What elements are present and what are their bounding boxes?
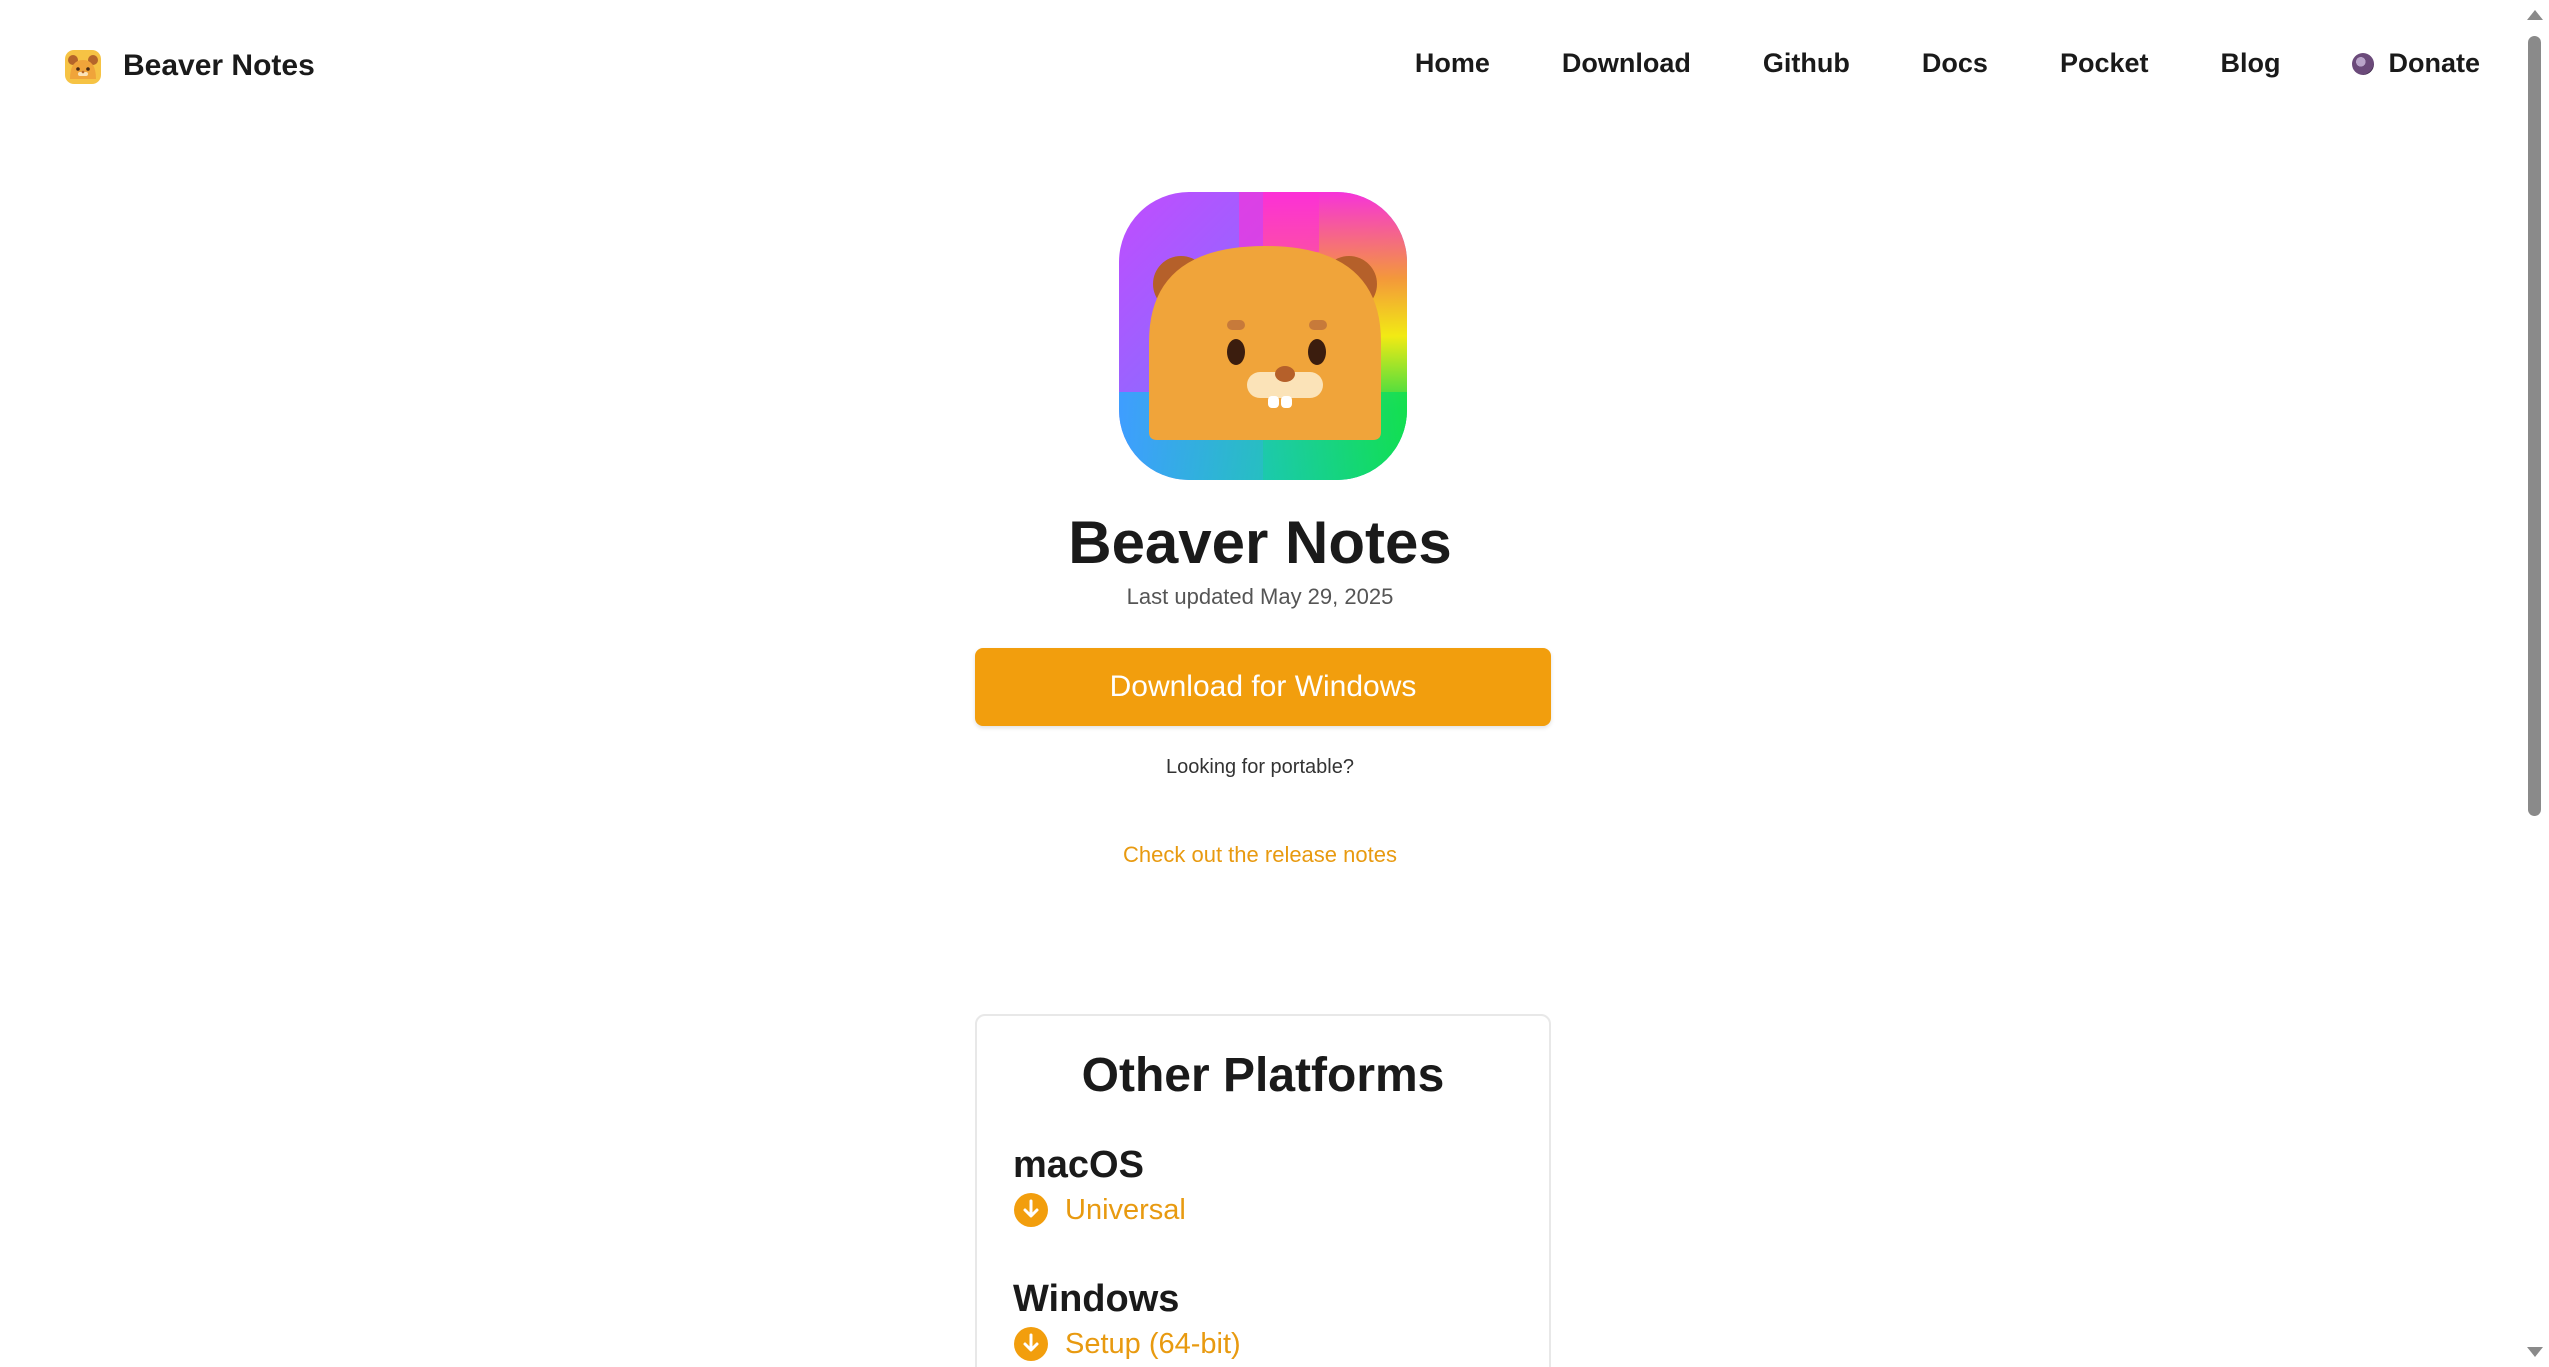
nav-github[interactable]: Github bbox=[1763, 48, 1850, 79]
nav-links: Home Download Github Docs Pocket Blog Do… bbox=[1415, 48, 2480, 79]
page-scrollbar[interactable] bbox=[2520, 0, 2549, 1367]
nav-blog[interactable]: Blog bbox=[2220, 48, 2280, 79]
donate-coin-icon bbox=[2352, 52, 2375, 75]
page: Beaver Notes Home Download Github Docs P… bbox=[0, 0, 2549, 1367]
download-circle-icon bbox=[1014, 1193, 1048, 1227]
last-updated-text: Last updated May 29, 2025 bbox=[1126, 584, 1394, 609]
platform-macos-title: macOS bbox=[1013, 1144, 1144, 1186]
windows-setup-link[interactable]: Setup (64-bit) bbox=[1013, 1326, 1241, 1362]
release-notes-link[interactable]: Check out the release notes bbox=[0, 842, 2520, 868]
platform-windows-title: Windows bbox=[1013, 1278, 1180, 1320]
nav-pocket[interactable]: Pocket bbox=[2060, 48, 2149, 79]
scrollbar-thumb[interactable] bbox=[2528, 36, 2541, 816]
top-nav: Beaver Notes Home Download Github Docs P… bbox=[0, 0, 2520, 138]
download-circle-icon bbox=[1014, 1327, 1048, 1361]
other-platforms-title: Other Platforms bbox=[1081, 1049, 1445, 1102]
nav-home[interactable]: Home bbox=[1415, 48, 1490, 79]
macos-universal-label: Universal bbox=[1065, 1193, 1186, 1226]
nav-download[interactable]: Download bbox=[1562, 48, 1691, 79]
nav-donate[interactable]: Donate bbox=[2352, 48, 2480, 79]
beaver-logo-icon bbox=[65, 50, 101, 84]
other-platforms-card: Other Platforms macOS Universal Windows … bbox=[975, 1014, 1551, 1367]
nav-donate-label: Donate bbox=[2388, 48, 2480, 78]
windows-setup-label: Setup (64-bit) bbox=[1065, 1327, 1241, 1360]
page-title: Beaver Notes bbox=[1068, 509, 1452, 576]
portable-text: Looking for portable? bbox=[1166, 756, 1354, 778]
brand-name: Beaver Notes bbox=[123, 49, 315, 82]
brand-link[interactable]: Beaver Notes bbox=[63, 46, 315, 86]
scroll-down-arrow-icon[interactable] bbox=[2527, 1347, 2543, 1357]
download-windows-button[interactable]: Download for Windows bbox=[975, 648, 1551, 726]
macos-universal-link[interactable]: Universal bbox=[1013, 1192, 1186, 1228]
nav-docs[interactable]: Docs bbox=[1922, 48, 1988, 79]
scroll-up-arrow-icon[interactable] bbox=[2527, 10, 2543, 20]
app-icon bbox=[1119, 192, 1407, 480]
